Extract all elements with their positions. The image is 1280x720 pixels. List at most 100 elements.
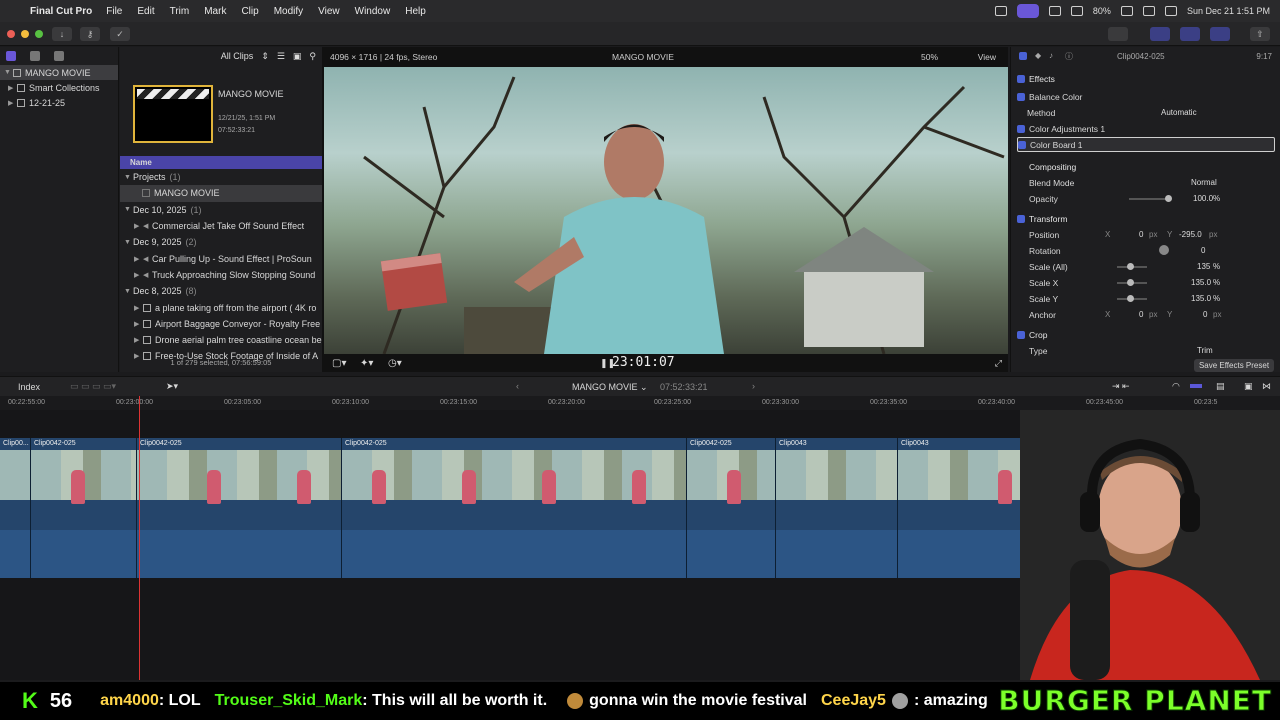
layout-browser-icon[interactable] (1150, 27, 1170, 41)
info-inspector-icon[interactable]: ⓘ (1065, 51, 1073, 62)
anchor-y-value[interactable]: 0 (1203, 310, 1207, 319)
playhead[interactable] (139, 396, 140, 680)
disclosure-icon[interactable]: ▼ (4, 69, 13, 76)
disclosure-icon[interactable]: ▶ (8, 84, 17, 92)
list-item[interactable]: ▼ Projects (1) (120, 169, 322, 185)
timeline-clip[interactable]: Clip0042-025 (31, 438, 137, 578)
crop-section[interactable]: Crop (1017, 327, 1275, 342)
effects-section[interactable]: Effects (1017, 71, 1275, 86)
disclosure-icon[interactable]: ▶ (134, 304, 143, 312)
audio-inspector-icon[interactable]: ♪ (1049, 51, 1053, 60)
skimming-icon[interactable]: ⇥ ⇤ (1112, 381, 1130, 392)
background-tasks-icon[interactable]: ✓ (110, 27, 130, 41)
disclosure-icon[interactable]: ▼ (124, 288, 133, 295)
clip-appearance-icon[interactable]: ▤ (1216, 381, 1225, 392)
viewer-zoom-dropdown[interactable]: 50% (921, 52, 938, 62)
checkbox-icon[interactable] (1017, 74, 1025, 83)
checkbox-icon[interactable] (1018, 140, 1026, 149)
opacity-slider-knob[interactable] (1165, 195, 1172, 202)
timeline-ruler[interactable]: 00:22:55:00 00:23:00:00 00:23:05:00 00:2… (0, 396, 1280, 410)
anchor-x-value[interactable]: 0 (1139, 310, 1143, 319)
window-minimize-button[interactable] (21, 30, 29, 38)
list-item[interactable]: ▶ ◀ Truck Approaching Slow Stopping Sound (120, 267, 322, 283)
libraries-tab-icon[interactable] (6, 51, 16, 61)
checkbox-icon[interactable] (1017, 214, 1025, 223)
forward-arrow-icon[interactable]: › (752, 381, 755, 391)
list-item[interactable]: ▶ ◀ Car Pulling Up - Sound Effect | ProSou… (120, 250, 322, 266)
effects-browser-icon[interactable]: ▣ (1244, 381, 1253, 392)
menu-help[interactable]: Help (405, 6, 426, 17)
timeline-project-name[interactable]: MANGO MOVIE (572, 382, 638, 392)
filter-chevron-icon[interactable]: ⇕ (261, 51, 269, 62)
position-y-value[interactable]: -295.0 (1179, 230, 1202, 239)
tool-select-icon[interactable]: ➤▾ (166, 381, 178, 392)
blend-mode-dropdown[interactable]: Normal (1191, 178, 1217, 187)
transform-tool-icon[interactable]: ▢▾ (332, 358, 346, 369)
color-inspector-icon[interactable]: ◆ (1035, 51, 1041, 60)
menu-view[interactable]: View (318, 6, 340, 17)
volume-icon[interactable] (1048, 6, 1061, 16)
opacity-slider[interactable] (1129, 198, 1169, 200)
back-arrow-icon[interactable]: ‹ (516, 381, 519, 391)
timeline-clip[interactable]: Clip0043 (776, 438, 898, 578)
scale-all-value[interactable]: 135 (1197, 262, 1210, 271)
list-item[interactable]: ▼ Dec 9, 2025 (2) (120, 234, 322, 250)
transitions-browser-icon[interactable]: ⋈ (1262, 381, 1271, 392)
color-adjustments-row[interactable]: Color Adjustments 1 (1017, 121, 1275, 136)
project-chevron-icon[interactable]: ⌄ (640, 382, 648, 393)
rotation-dial[interactable] (1159, 245, 1169, 255)
battery-icon[interactable] (1120, 6, 1133, 16)
timeline-clip[interactable]: Clip00... (0, 438, 31, 578)
name-column-header[interactable]: Name (120, 156, 322, 169)
transform-section[interactable]: Transform (1017, 211, 1275, 226)
checkbox-icon[interactable] (1017, 124, 1025, 133)
color-board-row[interactable]: Color Board 1 (1017, 137, 1275, 152)
snapping-icon[interactable] (1190, 384, 1202, 388)
wifi-icon[interactable] (1070, 6, 1083, 16)
balance-color-row[interactable]: Balance Color (1017, 89, 1275, 104)
disclosure-icon[interactable]: ▶ (134, 336, 143, 344)
list-item[interactable]: ▶ Airport Baggage Conveyor - Royalty Free (120, 316, 322, 332)
clip-appearance-icon[interactable]: ▣ (293, 51, 302, 62)
index-button[interactable]: Index (18, 382, 40, 392)
menu-trim[interactable]: Trim (170, 6, 190, 17)
checkbox-icon[interactable] (1017, 92, 1025, 101)
share-icon[interactable]: ⇧ (1250, 27, 1270, 41)
import-icon[interactable]: ↓ (52, 27, 72, 41)
disclosure-icon[interactable]: ▶ (8, 99, 17, 107)
menu-file[interactable]: File (106, 6, 122, 17)
list-item[interactable]: ▶ Drone aerial palm tree coastline ocean … (120, 332, 322, 348)
timeline-clip[interactable]: Clip0042-025 (342, 438, 687, 578)
disclosure-icon[interactable]: ▶ (134, 271, 143, 279)
scale-y-value[interactable]: 135.0 (1191, 294, 1211, 303)
compositing-section[interactable]: Compositing (1017, 159, 1275, 174)
control-center-icon[interactable] (1164, 6, 1177, 16)
method-dropdown[interactable]: Automatic (1161, 108, 1197, 117)
audio-skimming-icon[interactable]: ◠ (1172, 381, 1180, 392)
menu-mark[interactable]: Mark (204, 6, 226, 17)
viewer-view-dropdown[interactable]: View (978, 52, 996, 62)
window-zoom-button[interactable] (35, 30, 43, 38)
list-item[interactable]: ▼ Dec 8, 2025 (8) (120, 283, 322, 299)
timeline-clip[interactable]: Clip0042-025 (687, 438, 776, 578)
search-icon[interactable] (1142, 6, 1155, 16)
window-close-button[interactable] (7, 30, 15, 38)
edit-buttons-icon[interactable]: ▭ ▭ ▭ ▭▾ (70, 381, 116, 392)
photos-tab-icon[interactable] (30, 51, 40, 61)
status-menu-icon[interactable] (994, 6, 1007, 16)
crop-type-dropdown[interactable]: Trim (1197, 346, 1213, 355)
menu-modify[interactable]: Modify (274, 6, 303, 17)
speed-tool-icon[interactable]: ◷▾ (388, 358, 402, 369)
layout-inspector-icon[interactable] (1210, 27, 1230, 41)
enhance-tool-icon[interactable]: ✦▾ (360, 358, 373, 369)
list-item[interactable]: ▶ ◀ Commercial Jet Take Off Sound Effect (120, 218, 322, 234)
disclosure-icon[interactable]: ▼ (124, 206, 133, 213)
menubar-clock[interactable]: Sun Dec 21 1:51 PM (1187, 6, 1270, 16)
disclosure-icon[interactable]: ▶ (134, 320, 143, 328)
position-x-value[interactable]: 0 (1139, 230, 1143, 239)
clip-filter-dropdown[interactable]: All Clips (221, 51, 254, 61)
disclosure-icon[interactable]: ▼ (124, 239, 133, 246)
video-frame[interactable] (324, 67, 1008, 354)
list-item[interactable]: MANGO MOVIE (120, 185, 322, 202)
list-item[interactable]: ▶ a plane taking off from the airport ( 4… (120, 299, 322, 315)
